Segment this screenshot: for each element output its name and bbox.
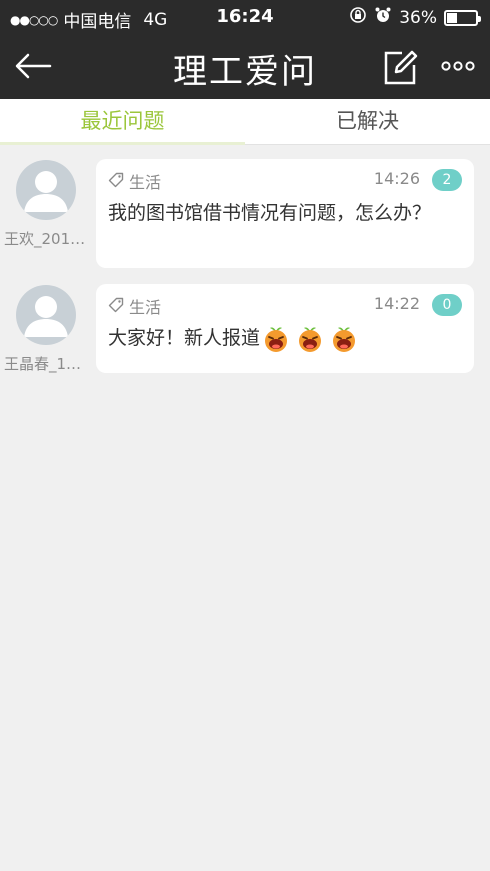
tag-icon bbox=[108, 172, 124, 188]
more-button[interactable] bbox=[440, 54, 476, 78]
nav-bar: 理工爱问 bbox=[0, 34, 490, 99]
question-time: 14:26 bbox=[373, 169, 420, 188]
question-category: 生活 bbox=[129, 173, 162, 192]
compose-icon bbox=[384, 50, 418, 85]
tab-recent-questions[interactable]: 最近问题 bbox=[0, 99, 245, 145]
battery-icon bbox=[444, 9, 481, 26]
question-time: 14:22 bbox=[373, 294, 420, 313]
battery-level bbox=[447, 12, 457, 23]
question-card[interactable]: 生活 14:22 0 大家好！新人报道 bbox=[96, 284, 474, 373]
more-icon bbox=[441, 61, 475, 71]
question-text-container: 大家好！新人报道 bbox=[108, 324, 462, 353]
question-text: 大家好！新人报道 bbox=[108, 327, 261, 349]
battery-percent: 36% bbox=[399, 7, 437, 28]
question-card[interactable]: 生活 14:26 2 我的图书馆借书情况有问题，怎么办？ bbox=[96, 159, 474, 268]
top-bar: ●●○○○ 中国电信 4G 16:24 36% 理工爱问 bbox=[0, 0, 490, 99]
question-text: 我的图书馆借书情况有问题，怎么办？ bbox=[108, 202, 432, 224]
default-user-icon bbox=[24, 171, 68, 212]
orange-laugh-emoji-icon bbox=[333, 326, 356, 352]
emoji-row bbox=[262, 325, 358, 353]
avatar[interactable] bbox=[16, 285, 76, 345]
alarm-icon bbox=[374, 6, 392, 29]
avatar[interactable] bbox=[16, 160, 76, 220]
user-name: 王欢_201… bbox=[4, 230, 86, 248]
tab-bar: 最近问题 已解决 bbox=[0, 99, 490, 145]
orange-laugh-emoji-icon bbox=[299, 326, 322, 352]
back-arrow-icon bbox=[15, 53, 52, 79]
user-name: 王晶春_1… bbox=[4, 355, 82, 373]
question-item[interactable]: 王欢_201… 生活 14:26 2 我的图书馆借书情况有问题，怎么办？ bbox=[0, 159, 490, 269]
rotation-lock-icon bbox=[349, 6, 367, 29]
question-category: 生活 bbox=[129, 298, 162, 317]
tag-icon bbox=[108, 297, 124, 313]
tab-solved[interactable]: 已解决 bbox=[245, 99, 490, 145]
answer-count-badge: 2 bbox=[432, 169, 462, 191]
status-bar: ●●○○○ 中国电信 4G 16:24 36% bbox=[0, 0, 490, 34]
orange-laugh-emoji-icon bbox=[265, 326, 288, 352]
back-button[interactable] bbox=[10, 46, 54, 86]
question-item[interactable]: 王晶春_1… 生活 14:22 0 大家好！新人报道 bbox=[0, 284, 490, 374]
default-user-icon bbox=[24, 296, 68, 337]
compose-button[interactable] bbox=[380, 47, 420, 87]
answer-count-badge: 0 bbox=[432, 294, 462, 316]
